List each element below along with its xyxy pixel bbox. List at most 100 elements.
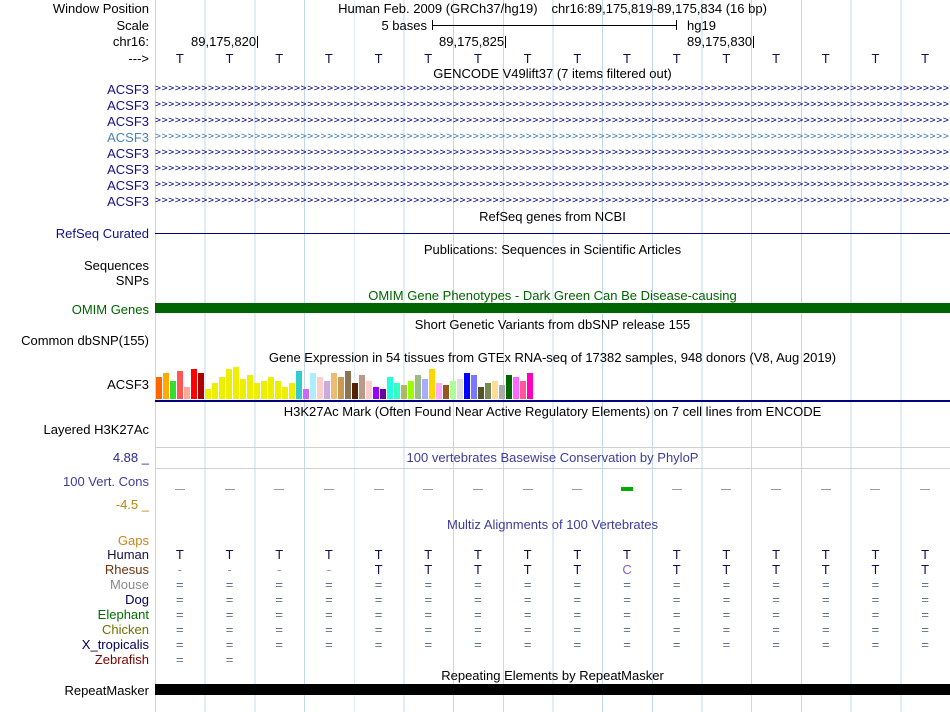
assembly-title: Human Feb. 2009 (GRCh37/hg19): [338, 1, 538, 16]
gtex-tissue-bar: [198, 373, 204, 399]
refseq-track-title[interactable]: RefSeq genes from NCBI: [155, 209, 950, 224]
species-label-x-tropicalis[interactable]: X_tropicalis: [0, 637, 155, 652]
alignment-row-mouse: = = = = = = = = = = = = = = = =: [155, 577, 950, 592]
conservation-tick: [721, 488, 732, 490]
species-label-mouse[interactable]: Mouse: [0, 577, 155, 592]
alignment-base: =: [871, 607, 880, 622]
dna-base: T: [175, 50, 184, 66]
alignment-base: [751, 652, 801, 667]
gtex-track-title[interactable]: Gene Expression in 54 tissues from GTEx …: [155, 348, 950, 366]
gene-label[interactable]: ACSF3: [0, 81, 155, 97]
coordinate-label: 89,175,825: [439, 34, 505, 49]
repeatmasker-element-bar[interactable]: [155, 684, 950, 695]
alignment-row-elephant: = = = = = = = = = = = = = = = =: [155, 607, 950, 622]
alignment-base: =: [821, 637, 830, 652]
alignment-base: =: [374, 607, 383, 622]
omim-title-row: OMIM Gene Phenotypes - Dark Green Can Be…: [0, 288, 950, 303]
gtex-tissue-bar: [261, 381, 267, 399]
species-label-gaps[interactable]: Gaps: [0, 533, 155, 548]
alignment-base: =: [523, 607, 532, 622]
h3k27ac-label[interactable]: Layered H3K27Ac: [0, 420, 155, 448]
omim-track-title[interactable]: OMIM Gene Phenotypes - Dark Green Can Be…: [155, 288, 950, 303]
alignment-base: [304, 652, 354, 667]
dna-base: T: [424, 50, 433, 66]
dbsnp-label[interactable]: Common dbSNP(155): [0, 332, 155, 348]
alignment-base: T: [374, 547, 383, 562]
gene-row[interactable]: ACSF3 >>>>>>>>>>>>>>>>>>>>>>>>>>>>>>>>>>…: [0, 193, 950, 209]
coordinate-tick-icon: [257, 35, 259, 48]
gtex-tissue-bar: [156, 377, 162, 399]
multiz-track-title[interactable]: Multiz Alignments of 100 Vertebrates: [155, 516, 950, 533]
gtex-tissue-bar: [401, 385, 407, 399]
gtex-tissue-bar: [254, 383, 260, 399]
conservation-tick: [472, 488, 483, 490]
species-label-dog[interactable]: Dog: [0, 592, 155, 607]
repeatmasker-track: RepeatMasker: [0, 683, 950, 698]
dbsnp-track-title[interactable]: Short Genetic Variants from dbSNP releas…: [155, 316, 950, 332]
alignment-row-x-tropicalis: = = = = = = = = = = = = = = = =: [155, 637, 950, 652]
alignment-base: T: [672, 547, 681, 562]
chromosome-label: chr16:: [112, 34, 149, 49]
gene-row[interactable]: ACSF3 >>>>>>>>>>>>>>>>>>>>>>>>>>>>>>>>>>…: [0, 113, 950, 129]
alignment-base: =: [623, 607, 631, 622]
repeatmasker-title-row: Repeating Elements by RepeatMasker: [0, 667, 950, 683]
alignment-base: =: [573, 577, 582, 592]
omim-genes-label[interactable]: OMIM Genes: [0, 302, 155, 317]
conservation-tick: [621, 487, 634, 491]
species-label-zebrafish[interactable]: Zebrafish: [0, 652, 155, 667]
sequences-label[interactable]: Sequences: [0, 257, 155, 273]
species-label-chicken[interactable]: Chicken: [0, 622, 155, 637]
gene-label[interactable]: ACSF3: [0, 113, 155, 129]
dna-base: T: [722, 50, 731, 66]
gtex-tissue-bar: [303, 389, 309, 399]
refseq-curated-label[interactable]: RefSeq Curated: [0, 224, 155, 242]
phylop-track-label[interactable]: 100 Vert. Cons: [63, 474, 149, 489]
alignment-base: =: [374, 577, 383, 592]
gencode-track-title[interactable]: GENCODE V49lift37 (7 items filtered out): [155, 66, 950, 81]
gtex-barchart[interactable]: [156, 367, 533, 399]
alignment-base: =: [275, 577, 284, 592]
dna-base: T: [573, 50, 582, 66]
gene-label[interactable]: ACSF3: [0, 193, 155, 209]
publications-track-title[interactable]: Publications: Sequences in Scientific Ar…: [155, 242, 950, 257]
dna-base: T: [523, 50, 532, 66]
dbsnp-title-row: Short Genetic Variants from dbSNP releas…: [0, 316, 950, 332]
conservation-tick: [920, 488, 931, 490]
repeatmasker-label[interactable]: RepeatMasker: [0, 683, 155, 698]
species-label-elephant[interactable]: Elephant: [0, 607, 155, 622]
alignment-row-dog: = = = = = = = = = = = = = = = =: [155, 592, 950, 607]
gene-row[interactable]: ACSF3 >>>>>>>>>>>>>>>>>>>>>>>>>>>>>>>>>>…: [0, 161, 950, 177]
h3k27ac-track-title[interactable]: H3K27Ac Mark (Often Found Near Active Re…: [155, 402, 950, 420]
gene-row[interactable]: ACSF3 >>>>>>>>>>>>>>>>>>>>>>>>>>>>>>>>>>…: [0, 81, 950, 97]
gene-label[interactable]: ACSF3: [0, 161, 155, 177]
species-label-human[interactable]: Human: [0, 547, 155, 562]
gene-row[interactable]: ACSF3 >>>>>>>>>>>>>>>>>>>>>>>>>>>>>>>>>>…: [0, 177, 950, 193]
gtex-tissue-bar: [289, 383, 295, 399]
alignment-base: [453, 652, 503, 667]
gene-row[interactable]: ACSF3 >>>>>>>>>>>>>>>>>>>>>>>>>>>>>>>>>>…: [0, 97, 950, 113]
gene-label[interactable]: ACSF3: [0, 145, 155, 161]
gtex-tissue-bar: [366, 381, 372, 399]
species-label-rhesus[interactable]: Rhesus: [0, 562, 155, 577]
phylop-track-title[interactable]: 100 vertebrates Basewise Conservation by…: [155, 448, 950, 466]
gene-label[interactable]: ACSF3: [0, 129, 155, 145]
repeatmasker-track-title[interactable]: Repeating Elements by RepeatMasker: [155, 667, 950, 683]
snps-label[interactable]: SNPs: [0, 273, 155, 288]
conservation-tick: [771, 488, 782, 490]
species-row-gaps: Gaps: [0, 533, 950, 548]
scale-bases-text: 5 bases: [381, 17, 427, 33]
conservation-tick: [870, 488, 881, 490]
refseq-curated-line[interactable]: [155, 233, 950, 234]
gtex-gene-label[interactable]: ACSF3: [0, 366, 155, 402]
gene-row[interactable]: ACSF3 >>>>>>>>>>>>>>>>>>>>>>>>>>>>>>>>>>…: [0, 129, 950, 145]
gtex-tissue-bar: [394, 383, 400, 399]
dna-base: T: [275, 50, 284, 66]
alignment-base: T: [573, 547, 582, 562]
gene-label[interactable]: ACSF3: [0, 97, 155, 113]
gene-row[interactable]: ACSF3 >>>>>>>>>>>>>>>>>>>>>>>>>>>>>>>>>>…: [0, 145, 950, 161]
gene-label[interactable]: ACSF3: [0, 177, 155, 193]
gtex-tissue-bar: [415, 375, 421, 399]
window-position-label: Window Position: [52, 1, 149, 16]
alignment-base: T: [473, 547, 482, 562]
omim-gene-bar[interactable]: [155, 303, 950, 313]
